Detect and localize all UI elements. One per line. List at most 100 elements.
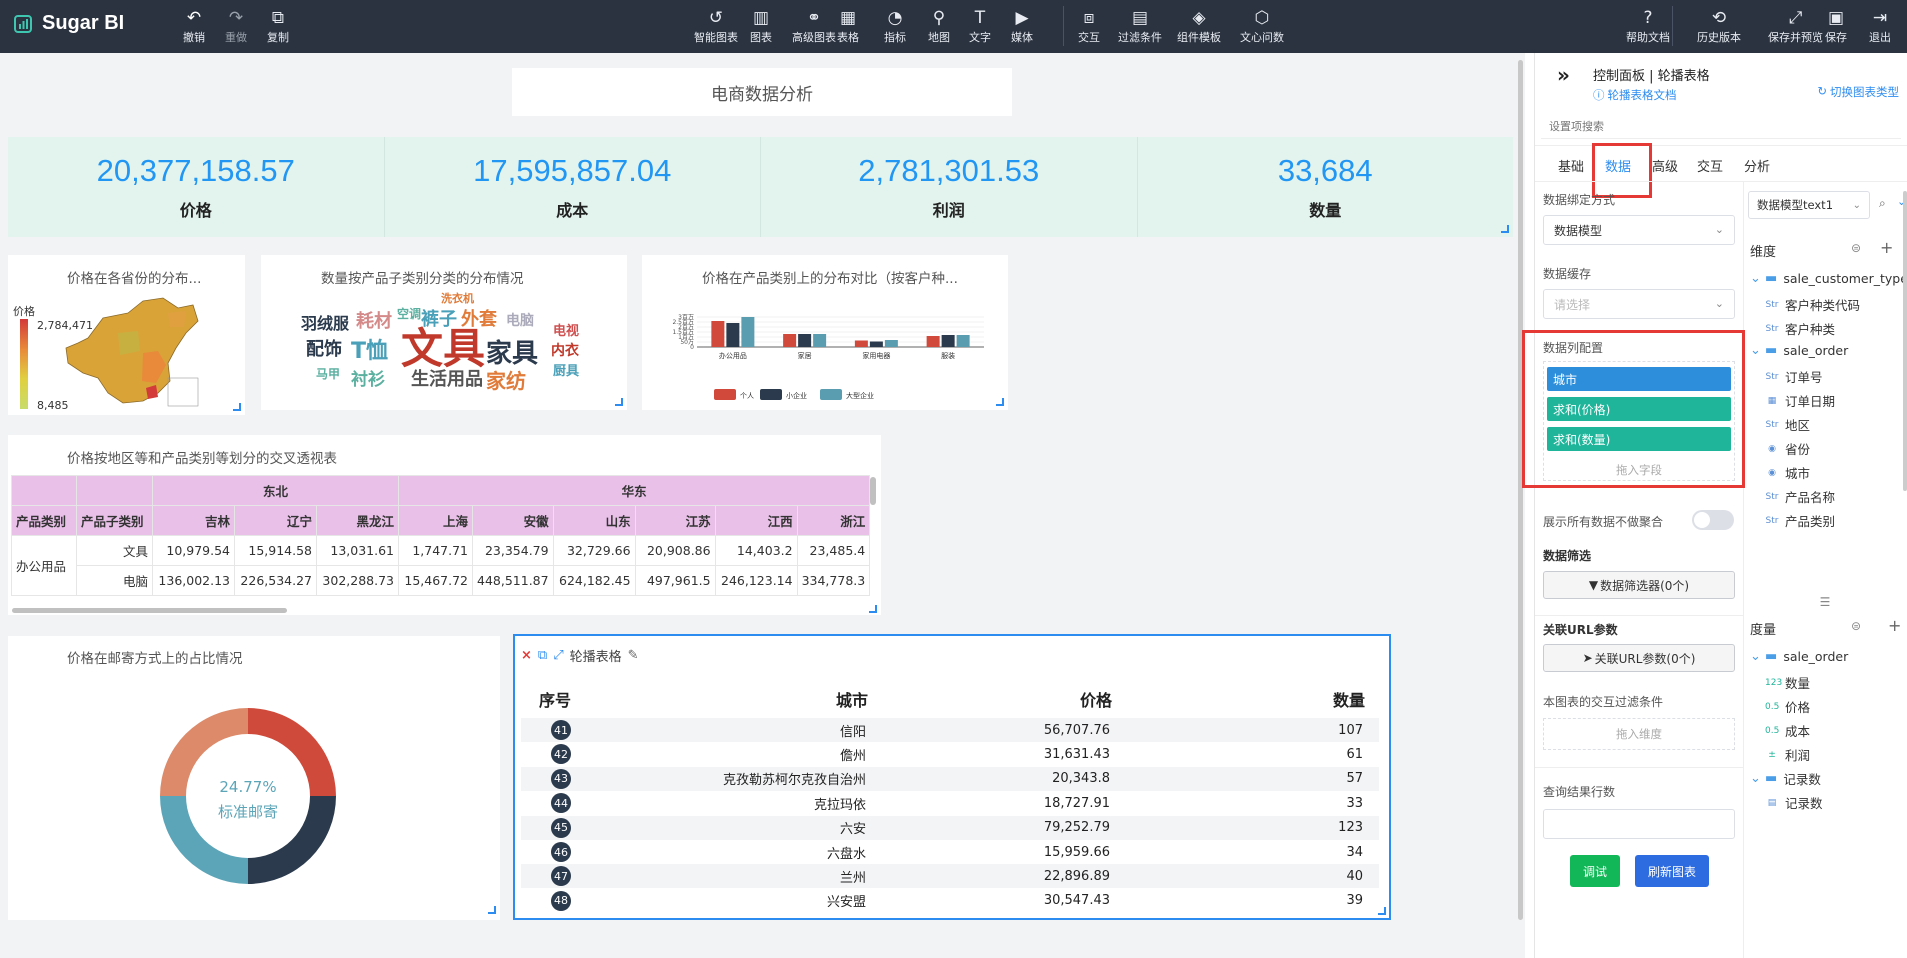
group-icon[interactable]: ⊜: [1851, 619, 1861, 633]
toolbar-adv-chart-button[interactable]: ⚭ 高级图表: [792, 7, 836, 45]
bar[interactable]: [783, 334, 797, 347]
wordcloud-word[interactable]: 电脑: [506, 310, 534, 330]
settings-search-input[interactable]: [1541, 115, 1901, 139]
wordcloud-word[interactable]: 空调: [397, 305, 421, 322]
resize-handle[interactable]: [233, 403, 241, 411]
dimension-item[interactable]: ◉ 城市: [1765, 463, 1810, 482]
refresh-chart-button[interactable]: 刷新图表: [1635, 855, 1709, 887]
toolbar-interaction-button[interactable]: ⧈ 交互: [1078, 7, 1100, 45]
wordcloud-word[interactable]: 裤子: [421, 305, 457, 331]
bar[interactable]: [926, 336, 940, 347]
measure-item[interactable]: ± 利润: [1765, 745, 1810, 764]
bar[interactable]: [711, 321, 725, 347]
app-logo[interactable]: Sugar BI: [14, 12, 124, 35]
search-icon[interactable]: ⌕: [1879, 196, 1886, 211]
toolbar-media-button[interactable]: ▶ 媒体: [1011, 7, 1033, 45]
wordcloud-word[interactable]: 洗衣机: [441, 290, 474, 306]
data-filter-button[interactable]: ▼ 数据筛选器(0个): [1543, 571, 1735, 599]
collapse-panel-icon[interactable]: »: [1557, 63, 1570, 87]
toolbar-history-button[interactable]: ⟲ 历史版本: [1697, 7, 1741, 45]
donut-chart-panel[interactable]: 价格在邮寄方式上的占比情况 24.77% 标准邮寄: [8, 636, 500, 920]
toolbar-save-button[interactable]: ▣ 保存: [1825, 7, 1847, 45]
dimension-item[interactable]: Str 产品类别: [1765, 511, 1836, 530]
wordcloud-word[interactable]: 家纺: [486, 365, 526, 394]
resize-handle[interactable]: [869, 605, 877, 613]
copy-icon[interactable]: ⧉: [538, 648, 547, 663]
bar[interactable]: [741, 317, 755, 347]
wordcloud-word[interactable]: T恤: [351, 333, 388, 365]
wordcloud-word[interactable]: 配饰: [306, 335, 342, 361]
measure-item[interactable]: ⌄ ▬ 记录数: [1750, 769, 1821, 788]
result-rows-input[interactable]: [1543, 809, 1735, 839]
dimension-item[interactable]: ⌄ ▬ sale_customer_type: [1750, 271, 1907, 286]
bar[interactable]: [956, 335, 970, 347]
toolbar-copy-button[interactable]: ⧉ 复制: [267, 7, 289, 45]
wordcloud-word[interactable]: 衬衫: [351, 365, 385, 390]
dimension-item[interactable]: ⌄ ▬ sale_order: [1750, 343, 1848, 358]
bar[interactable]: [813, 334, 827, 347]
bar[interactable]: [941, 335, 955, 347]
measure-item[interactable]: 0.5 成本: [1765, 721, 1810, 740]
bar[interactable]: [798, 334, 812, 347]
map-chart-panel[interactable]: 价格在各省份的分布... 价格 2,784,471 8,485: [8, 255, 245, 415]
drag-handle-icon[interactable]: ☰: [1750, 595, 1900, 609]
switch-chart-type-button[interactable]: ↻ 切换图表类型: [1817, 84, 1899, 100]
toolbar-map-button[interactable]: ⚲ 地图: [928, 7, 950, 45]
dimension-item[interactable]: Str 地区: [1765, 415, 1811, 434]
toolbar-exit-button[interactable]: ⇥ 退出: [1869, 7, 1891, 45]
field-list-scrollbar[interactable]: [1903, 191, 1907, 491]
measure-item[interactable]: ▤ 记录数: [1765, 793, 1823, 812]
toolbar-template-button[interactable]: ◈ 组件模板: [1177, 7, 1221, 45]
doc-link[interactable]: ⓘ 轮播表格文档: [1593, 87, 1677, 103]
bar[interactable]: [884, 340, 898, 347]
bar[interactable]: [869, 341, 883, 348]
donut-chart[interactable]: [158, 706, 338, 886]
wordcloud-word[interactable]: 马甲: [316, 365, 340, 382]
wordcloud-word[interactable]: 内衣: [551, 340, 579, 360]
toolbar-save-preview-button[interactable]: ⤢ 保存并预览: [1768, 7, 1823, 45]
canvas-scrollbar[interactable]: [1518, 60, 1523, 920]
measure-item[interactable]: 0.5 价格: [1765, 697, 1810, 716]
debug-button[interactable]: 调试: [1570, 855, 1620, 887]
toolbar-undo-button[interactable]: ↶ 撤销: [183, 7, 205, 45]
wordcloud-word[interactable]: 耗材: [356, 307, 392, 333]
tab-0[interactable]: 基础: [1558, 156, 1584, 175]
toolbar-help-button[interactable]: ? 帮助文档: [1626, 7, 1670, 45]
dimension-item[interactable]: Str 订单号: [1765, 367, 1823, 386]
drag-dimension-dropzone[interactable]: 拖入维度: [1543, 718, 1735, 750]
resize-handle[interactable]: [488, 906, 496, 914]
cache-select[interactable]: 请选择 ⌄: [1543, 289, 1735, 319]
bar[interactable]: [854, 340, 868, 348]
group-icon[interactable]: ⊜: [1851, 241, 1861, 255]
toolbar-filter-button[interactable]: ▤ 过滤条件: [1118, 7, 1162, 45]
add-dimension-icon[interactable]: +: [1880, 238, 1893, 257]
toolbar-chart-button[interactable]: ▥ 图表: [750, 7, 772, 45]
edit-pencil-icon[interactable]: ✎: [628, 648, 639, 663]
pivot-hscrollbar[interactable]: [12, 608, 287, 613]
dimension-item[interactable]: Str 客户种类代码: [1765, 295, 1861, 314]
wordcloud-word[interactable]: 电视: [553, 320, 579, 339]
wordcloud-panel[interactable]: 数量按产品子类别分类的分布情况 文具 家具 生活用品 家纺 T恤 配饰 羽绒服 耗材 空调 裤子外…: [261, 255, 627, 410]
resize-handle[interactable]: [1501, 225, 1509, 233]
measure-item[interactable]: ⌄ ▬ sale_order: [1750, 649, 1848, 664]
bind-method-select[interactable]: 数据模型 ⌄: [1543, 215, 1735, 245]
url-param-button[interactable]: ➤ 关联URL参数(0个): [1543, 644, 1735, 672]
data-model-select[interactable]: 数据模型text1 ⌄: [1748, 191, 1870, 219]
toolbar-text-button[interactable]: T 文字: [969, 7, 991, 45]
wordcloud-word[interactable]: 外套: [461, 305, 497, 331]
dimension-item[interactable]: Str 客户种类: [1765, 319, 1836, 338]
tab-4[interactable]: 分析: [1744, 156, 1770, 175]
china-map[interactable]: [58, 293, 208, 411]
carousel-table-panel[interactable]: × ⧉ ⤢ 轮播表格 ✎ 序号 城市 价格 数量 41 信阳 56,707.76 10…: [513, 634, 1391, 920]
toolbar-smart-chart-button[interactable]: ↺ 智能图表: [694, 7, 738, 45]
expand-icon[interactable]: ⤢: [553, 648, 563, 663]
toolbar-wenxin-button[interactable]: ⬡ 文心问数: [1240, 7, 1284, 45]
bar-chart[interactable]: 3百万2.5百万2百万1.5百万1百万50万0办公用品 家居 家用电器 服装个人 小企业…: [642, 255, 1008, 410]
close-icon[interactable]: ×: [521, 648, 532, 663]
resize-handle[interactable]: [615, 398, 623, 406]
resize-handle[interactable]: [996, 398, 1004, 406]
dimension-item[interactable]: Str 产品名称: [1765, 487, 1836, 506]
tab-3[interactable]: 交互: [1697, 156, 1723, 175]
wordcloud-word[interactable]: 厨具: [553, 360, 579, 379]
tab-2[interactable]: 高级: [1652, 156, 1678, 175]
